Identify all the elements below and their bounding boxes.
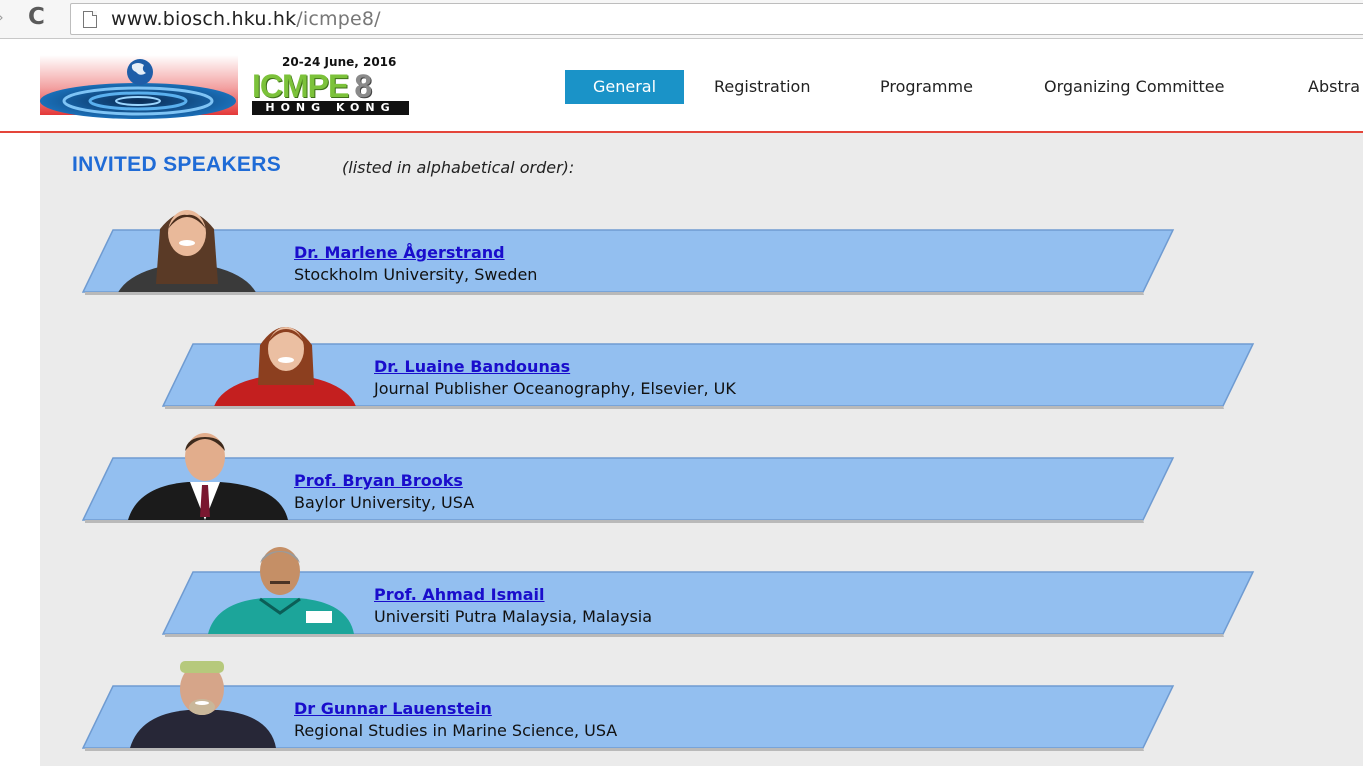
nav-item-abstracts[interactable]: Abstra <box>1308 70 1360 104</box>
speaker-affiliation: Journal Publisher Oceanography, Elsevier… <box>374 379 736 398</box>
nav-item-organizing-committee[interactable]: Organizing Committee <box>1044 70 1224 104</box>
address-bar[interactable]: www.biosch.hku.hk/icmpe8/ <box>70 3 1363 35</box>
speaker-affiliation: Universiti Putra Malaysia, Malaysia <box>374 607 653 626</box>
globe-ripple-logo-icon[interactable] <box>40 55 240 121</box>
speaker-affiliation: Baylor University, USA <box>294 493 475 512</box>
nav-item-general[interactable]: General <box>565 70 684 104</box>
main-content: INVITED SPEAKERS (listed in alphabetical… <box>40 133 1363 766</box>
speaker-photo-woman-dark-hair <box>118 210 256 292</box>
speaker-name-link[interactable]: Prof. Bryan Brooks <box>294 471 463 490</box>
site-header: 20-24 June, 2016 ICMPE 8 HONG KONG Genera… <box>0 39 1363 133</box>
nav-item-registration[interactable]: Registration <box>714 70 810 104</box>
speaker-card: Prof. Ahmad Ismail Universiti Putra Mala… <box>162 547 1255 637</box>
conference-city: HONG KONG <box>252 101 409 115</box>
speaker-name-link[interactable]: Dr. Marlene Ågerstrand <box>294 243 505 262</box>
speaker-affiliation: Regional Studies in Marine Science, USA <box>294 721 618 740</box>
conference-acronym: ICMPE <box>252 68 349 104</box>
page-icon <box>83 11 97 28</box>
back-icon[interactable]: › <box>0 10 4 26</box>
page-subtitle: (listed in alphabetical order): <box>342 158 575 177</box>
speaker-name-link[interactable]: Prof. Ahmad Ismail <box>374 585 545 604</box>
speaker-photo-man-diving-suit <box>130 661 276 748</box>
speaker-name-link[interactable]: Dr Gunnar Lauenstein <box>294 699 492 718</box>
speaker-photo-woman-red-hair <box>214 327 356 406</box>
speaker-name-link[interactable]: Dr. Luaine Bandounas <box>374 357 570 376</box>
reload-icon[interactable]: C <box>28 4 45 30</box>
browser-toolbar: › C www.biosch.hku.hk/icmpe8/ <box>0 0 1363 39</box>
url-host: www.biosch.hku.hk <box>111 8 297 30</box>
page-title: INVITED SPEAKERS <box>72 153 282 176</box>
speaker-photo-man-green-shirt <box>208 547 354 634</box>
conference-date: 20-24 June, 2016 <box>282 55 397 69</box>
url-path: /icmpe8/ <box>296 8 381 30</box>
conference-number: 8 <box>354 68 372 104</box>
speaker-card: Dr. Marlene Ågerstrand Stockholm Univers… <box>82 210 1175 295</box>
speaker-card: Dr Gunnar Lauenstein Regional Studies in… <box>82 661 1175 751</box>
speaker-card: Prof. Bryan Brooks Baylor University, US… <box>82 433 1175 523</box>
speaker-affiliation: Stockholm University, Sweden <box>294 265 538 284</box>
conference-logo-text: ICMPE 8 <box>252 68 372 104</box>
nav-item-programme[interactable]: Programme <box>880 70 973 104</box>
url-text[interactable]: www.biosch.hku.hk/icmpe8/ <box>111 8 381 30</box>
speaker-card: Dr. Luaine Bandounas Journal Publisher O… <box>162 327 1255 409</box>
speaker-photo-man-suit <box>128 433 288 520</box>
